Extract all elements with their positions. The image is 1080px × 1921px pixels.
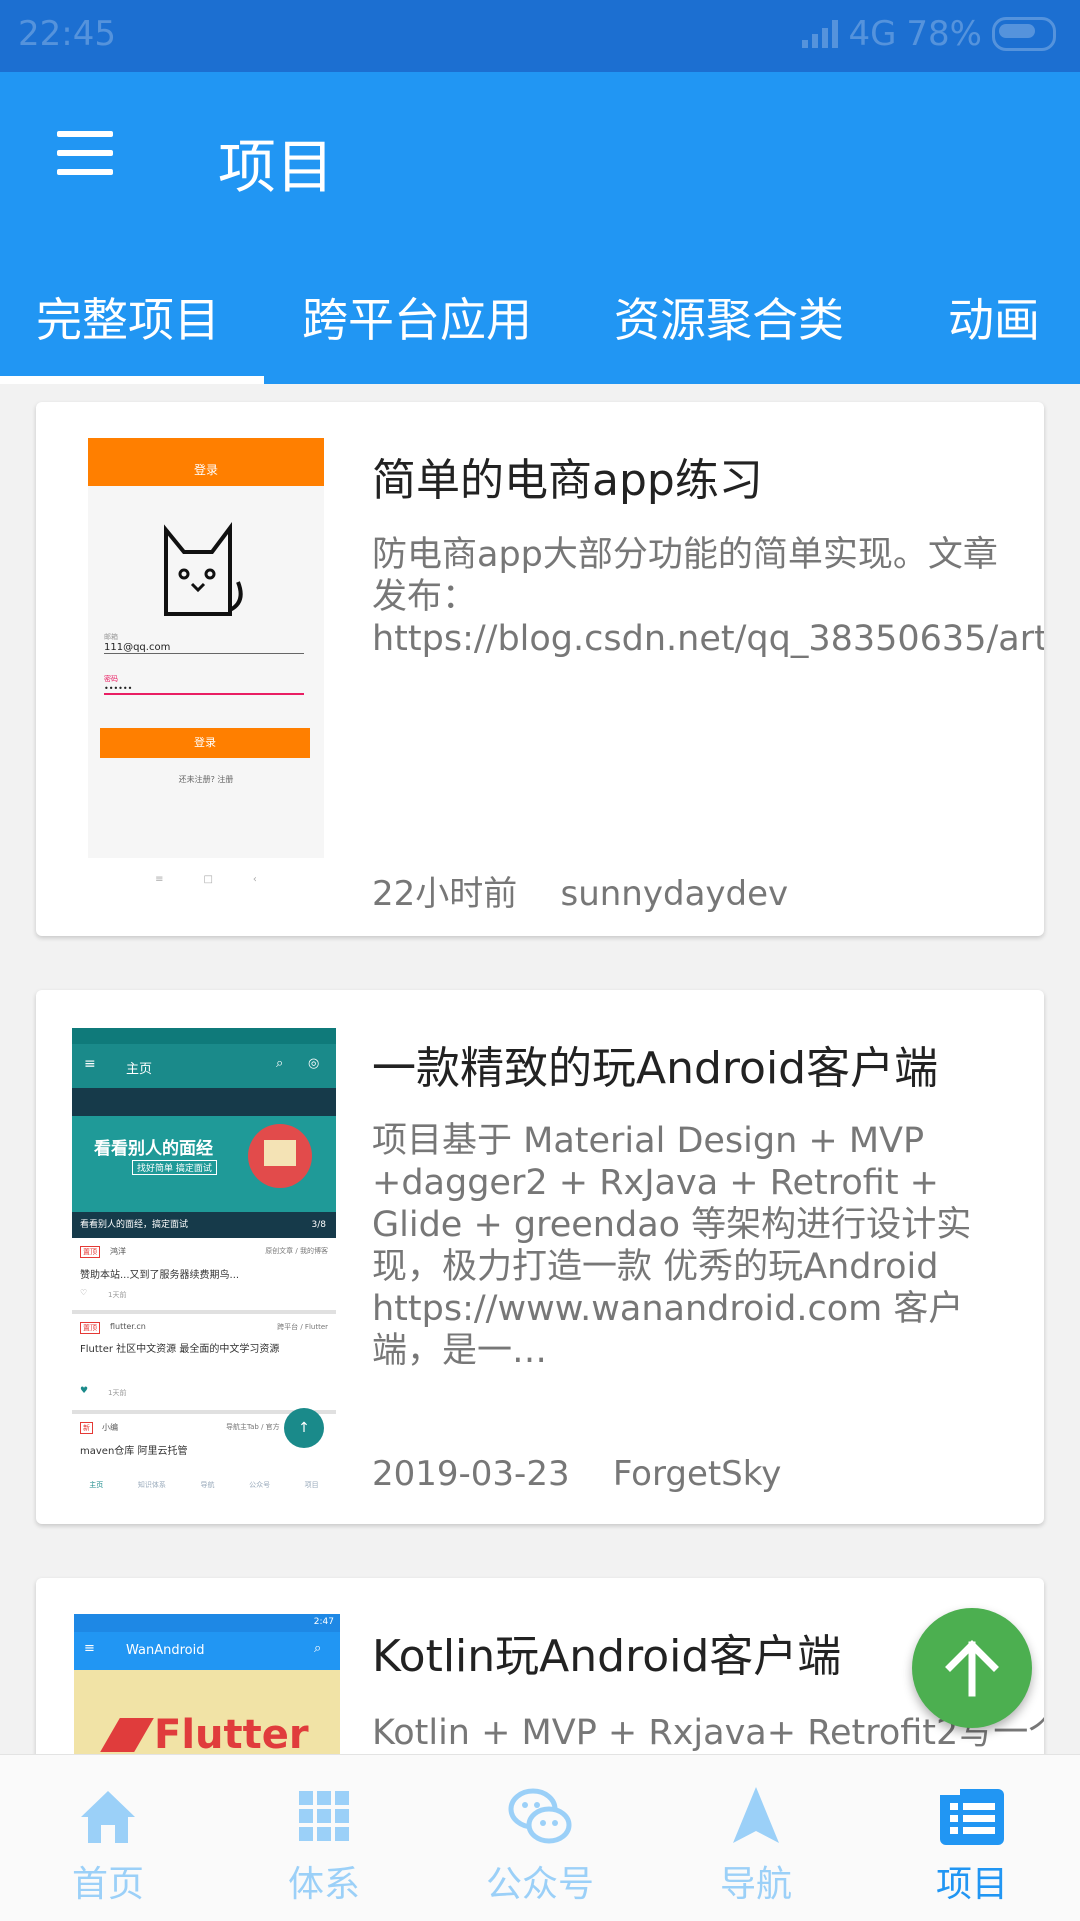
- wechat-icon: [508, 1788, 572, 1844]
- nav-projects[interactable]: 项目: [864, 1755, 1080, 1921]
- tab-indicator: [0, 376, 264, 384]
- battery-icon: [992, 17, 1056, 51]
- thumb-toolbar: ≡ 主页 ⌕ ◎: [72, 1044, 336, 1088]
- nav-navigation[interactable]: 导航: [648, 1755, 864, 1921]
- project-description: 防电商app大部分功能的简单实现。文章发布：https://blog.csdn.…: [372, 535, 1044, 659]
- page-title: 项目: [218, 133, 335, 201]
- thumb-password-field: ••••••: [104, 684, 304, 695]
- nav-home-label: 首页: [71, 1864, 144, 1905]
- tab-bar: 完整项目 跨平台应用 资源聚合类 动画: [0, 270, 1080, 384]
- tab-animation[interactable]: 动画: [948, 284, 1040, 350]
- battery-percent: 78%: [906, 14, 982, 54]
- tab-cross-platform[interactable]: 跨平台应用: [302, 284, 532, 350]
- project-meta: 2019-03-23 ForgetSky: [372, 1454, 781, 1494]
- project-description: Kotlin + MVP + Rxjava+ Retrofit2写一个: [372, 1713, 1044, 1753]
- project-description: 项目基于 Material Design + MVP +dagger2 + Rx…: [372, 1121, 972, 1371]
- nav-wechat[interactable]: 公众号: [432, 1755, 648, 1921]
- scroll-to-top-button[interactable]: [912, 1608, 1032, 1728]
- status-time: 22:45: [18, 14, 116, 54]
- thumb-login-button: 登录: [100, 728, 310, 758]
- thumb-banner: 看看别人的面经 找好简单 搞定面试 看看别人的面经，搞定面试 3/8: [72, 1088, 336, 1238]
- nav-system[interactable]: 体系: [216, 1755, 432, 1921]
- project-meta: 22小时前 sunnydaydev: [372, 866, 788, 915]
- project-date: 2019-03-23: [372, 1454, 570, 1494]
- project-card[interactable]: 2:47 ≡ WanAndroid ⌕ Flutter Kotlin玩Andro…: [36, 1578, 1044, 1754]
- menu-button[interactable]: [57, 131, 113, 175]
- tab-complete-projects[interactable]: 完整项目: [36, 284, 220, 350]
- home-icon: [81, 1791, 135, 1843]
- project-thumbnail: 2:47 ≡ WanAndroid ⌕ Flutter: [74, 1614, 340, 1754]
- network-type: 4G: [848, 14, 897, 54]
- nav-navigation-label: 导航: [719, 1864, 792, 1905]
- project-card[interactable]: ≡ 主页 ⌕ ◎ 看看别人的面经 找好简单 搞定面试 看看别人的面经，搞定面试 …: [36, 990, 1044, 1524]
- project-title: Kotlin玩Android客户端: [372, 1631, 842, 1682]
- tab-resource-aggregation[interactable]: 资源聚合类: [614, 284, 844, 350]
- thumb-header: 登录: [88, 438, 324, 486]
- project-title: 一款精致的玩Android客户端: [372, 1043, 939, 1094]
- signal-icon: [802, 20, 839, 48]
- project-thumbnail: ≡ 主页 ⌕ ◎ 看看别人的面经 找好简单 搞定面试 看看别人的面经，搞定面试 …: [72, 1028, 336, 1496]
- nav-wechat-label: 公众号: [485, 1864, 594, 1905]
- thumb-system-nav: ≡ □ ‹: [155, 874, 257, 885]
- thumb-bottom-nav: 主页 知识体系 导航 公众号 项目: [89, 1481, 319, 1489]
- nav-projects-label: 项目: [935, 1864, 1008, 1905]
- arrow-up-icon: [945, 1640, 999, 1697]
- thumb-fab: ↑: [284, 1408, 324, 1448]
- project-title: 简单的电商app练习: [372, 455, 763, 506]
- cat-logo-icon: [164, 522, 243, 616]
- bottom-navigation: 首页 体系 公众号 导航 项目: [0, 1754, 1080, 1921]
- project-author[interactable]: ForgetSky: [613, 1454, 782, 1494]
- project-thumbnail: 登录 邮箱 111@qq.com 密码 •••••• 登录 还未注册? 注册 ≡…: [88, 438, 324, 904]
- thumb-article-row: 置顶 鸿洋 原创文章 / 我的博客 赞助本站...又到了服务器续费期鸟... ♡…: [72, 1238, 336, 1314]
- project-author[interactable]: sunnydaydev: [561, 874, 789, 914]
- thumb-email-field: 111@qq.com: [104, 642, 304, 654]
- list-icon: [940, 1789, 1004, 1845]
- project-card[interactable]: 登录 邮箱 111@qq.com 密码 •••••• 登录 还未注册? 注册 ≡…: [36, 402, 1044, 936]
- nav-system-label: 体系: [287, 1864, 360, 1905]
- thumb-article-row: 置顶 flutter.cn 跨平台 / Flutter Flutter 社区中文…: [72, 1314, 336, 1414]
- nav-home[interactable]: 首页: [0, 1755, 216, 1921]
- status-bar: 22:45 4G 78%: [0, 0, 1080, 72]
- grid-icon: [299, 1791, 349, 1841]
- status-indicators: 4G 78%: [802, 14, 1056, 54]
- navigation-icon: [733, 1787, 779, 1843]
- project-date: 22小时前: [372, 874, 518, 914]
- project-list[interactable]: 登录 邮箱 111@qq.com 密码 •••••• 登录 还未注册? 注册 ≡…: [0, 384, 1080, 1754]
